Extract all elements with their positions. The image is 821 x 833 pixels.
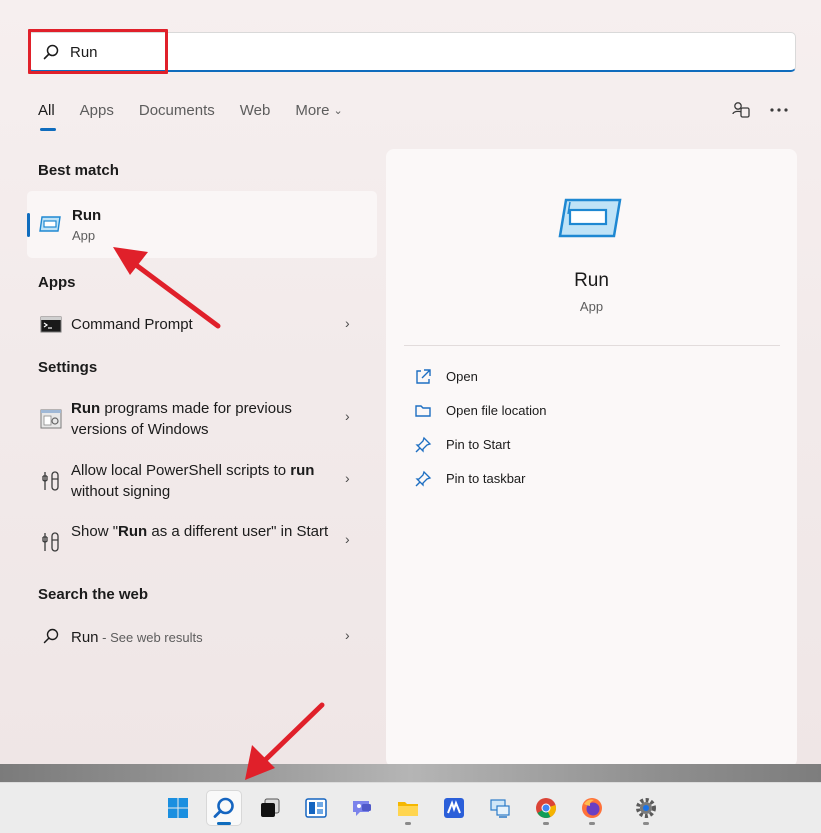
run-app-icon bbox=[39, 216, 61, 232]
best-match-title: Run bbox=[72, 207, 102, 224]
list-item-settings-run-as[interactable]: Show "Run as a different user" in Start … bbox=[30, 521, 370, 565]
search-icon[interactable] bbox=[206, 790, 242, 826]
action-label: Open file location bbox=[446, 403, 547, 418]
chevron-right-icon: › bbox=[345, 315, 350, 331]
web-suffix: - See web results bbox=[98, 630, 203, 645]
run-app-large-icon bbox=[558, 198, 622, 238]
active-app-indicator bbox=[217, 822, 231, 825]
best-match-heading: Best match bbox=[38, 162, 119, 179]
search-icon bbox=[43, 628, 59, 644]
best-match-result[interactable] bbox=[27, 191, 377, 258]
selection-indicator bbox=[27, 213, 30, 237]
desktop-background bbox=[0, 764, 821, 783]
account-switch-icon[interactable] bbox=[730, 99, 752, 121]
command-prompt-icon bbox=[40, 316, 62, 333]
action-label: Open bbox=[446, 369, 478, 384]
action-open-file-location[interactable]: Open file location bbox=[414, 402, 594, 424]
action-label: Pin to taskbar bbox=[446, 471, 526, 486]
settings-item-text: Allow local PowerShell scripts to run wi… bbox=[71, 460, 331, 502]
text-segment: Show " bbox=[71, 523, 119, 540]
list-item-settings-compat[interactable]: Run programs made for previous versions … bbox=[30, 398, 370, 442]
running-app-indicator bbox=[405, 822, 411, 825]
chrome-icon[interactable] bbox=[528, 790, 564, 826]
active-tab-indicator bbox=[40, 128, 56, 131]
settings-icon[interactable] bbox=[628, 790, 664, 826]
text-segment: as a different user" in Start bbox=[147, 523, 329, 540]
web-search-label: Run - See web results bbox=[71, 627, 331, 648]
tab-web[interactable]: Web bbox=[240, 102, 271, 126]
action-open[interactable]: Open bbox=[414, 368, 594, 390]
divider bbox=[404, 345, 780, 346]
list-item-settings-powershell[interactable]: Allow local PowerShell scripts to run wi… bbox=[30, 460, 370, 504]
apps-heading: Apps bbox=[38, 274, 76, 291]
command-prompt-label: Command Prompt bbox=[71, 316, 193, 333]
best-match-subtitle: App bbox=[72, 228, 96, 243]
windows-start-icon[interactable] bbox=[160, 790, 196, 826]
chevron-right-icon: › bbox=[345, 627, 350, 643]
tab-more[interactable]: More ⌄ bbox=[295, 102, 342, 126]
action-pin-to-taskbar[interactable]: Pin to taskbar bbox=[414, 470, 594, 492]
developer-settings-icon bbox=[42, 532, 59, 552]
search-web-heading: Search the web bbox=[38, 586, 149, 603]
chevron-down-icon: ⌄ bbox=[333, 105, 343, 117]
tab-documents[interactable]: Documents bbox=[139, 102, 215, 126]
tab-all[interactable]: All bbox=[38, 102, 55, 126]
open-external-icon bbox=[416, 369, 431, 384]
text-segment: Allow local PowerShell scripts to bbox=[71, 462, 291, 479]
chevron-right-icon: › bbox=[345, 531, 350, 547]
more-options-icon[interactable] bbox=[768, 99, 790, 121]
list-item-web-search[interactable]: Run - See web results › bbox=[30, 626, 370, 650]
pin-icon bbox=[415, 436, 432, 453]
pin-icon bbox=[415, 470, 432, 487]
task-view-icon[interactable] bbox=[252, 790, 288, 826]
running-app-indicator bbox=[543, 822, 549, 825]
app-icon[interactable] bbox=[436, 790, 472, 826]
text-segment: programs made for previous versions of W… bbox=[71, 400, 292, 438]
chevron-right-icon: › bbox=[345, 470, 350, 486]
settings-item-text: Show "Run as a different user" in Start bbox=[71, 521, 331, 542]
widgets-icon[interactable] bbox=[298, 790, 334, 826]
bold-match: Run bbox=[118, 523, 148, 540]
running-app-indicator bbox=[643, 822, 649, 825]
file-explorer-icon[interactable] bbox=[390, 790, 426, 826]
chevron-right-icon: › bbox=[345, 408, 350, 424]
list-item-command-prompt[interactable]: Command Prompt › bbox=[30, 312, 370, 336]
settings-heading: Settings bbox=[38, 359, 98, 376]
detail-subtitle: App bbox=[579, 299, 604, 314]
folder-icon bbox=[415, 405, 431, 417]
developer-settings-icon bbox=[42, 471, 59, 491]
settings-item-text: Run programs made for previous versions … bbox=[71, 398, 331, 440]
action-pin-to-start[interactable]: Pin to Start bbox=[414, 436, 594, 458]
annotation-highlight-box bbox=[28, 29, 168, 74]
network-icon[interactable] bbox=[482, 790, 518, 826]
tab-more-label: More bbox=[295, 102, 330, 119]
running-app-indicator bbox=[589, 822, 595, 825]
filter-tabs: All Apps Documents Web More ⌄ bbox=[38, 102, 368, 126]
tab-apps[interactable]: Apps bbox=[80, 102, 114, 126]
firefox-icon[interactable] bbox=[574, 790, 610, 826]
text-segment: without signing bbox=[71, 483, 171, 500]
bold-match: Run bbox=[71, 400, 101, 417]
web-query: Run bbox=[71, 629, 99, 646]
bold-match: run bbox=[290, 462, 315, 479]
program-compatibility-icon bbox=[40, 409, 62, 429]
action-label: Pin to Start bbox=[446, 437, 511, 452]
chat-icon[interactable] bbox=[344, 790, 380, 826]
detail-title: Run bbox=[574, 270, 609, 291]
